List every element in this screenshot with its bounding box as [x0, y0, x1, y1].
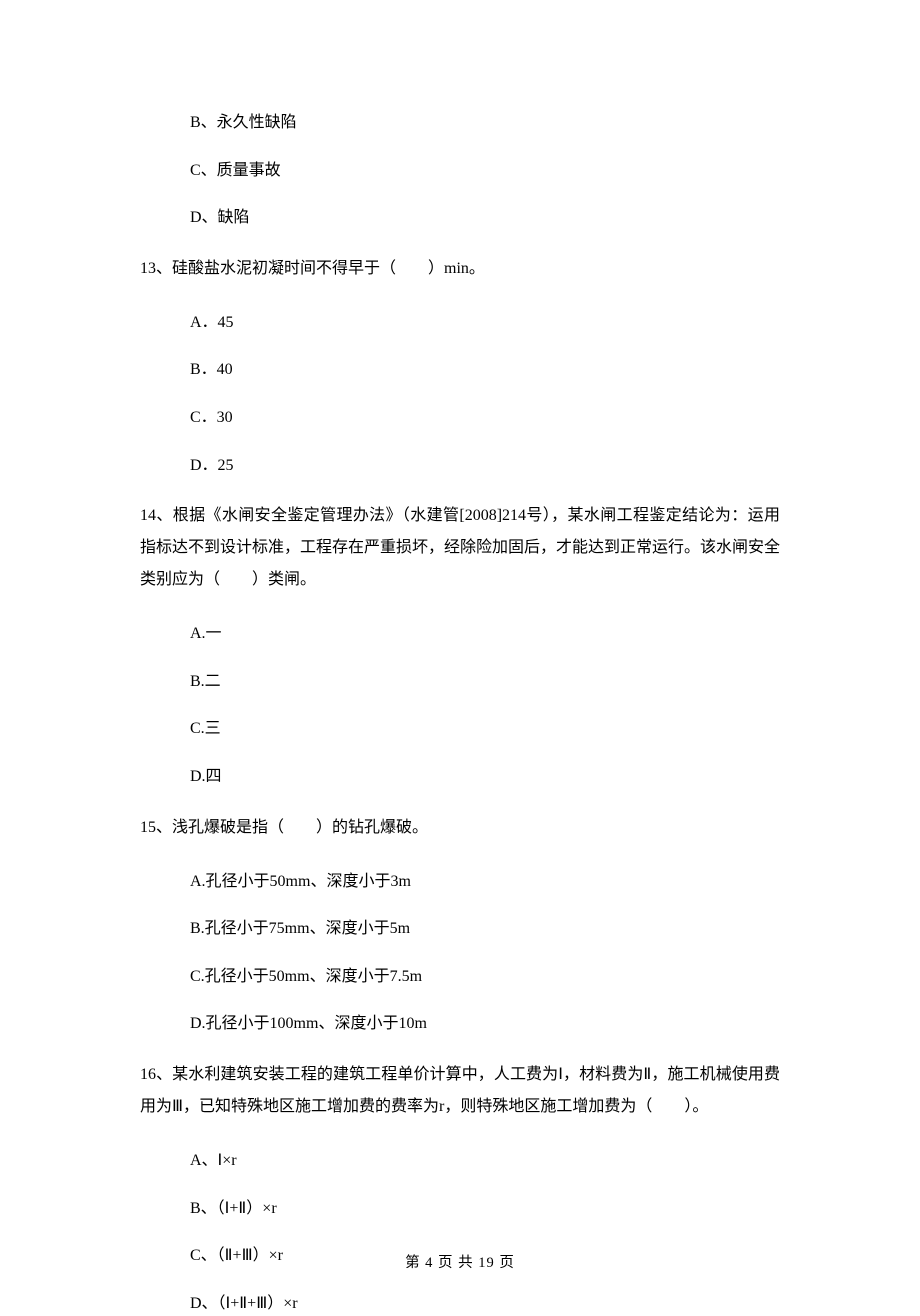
- q12-option-b: B、永久性缺陷: [190, 110, 780, 136]
- q14-option-b: B.二: [190, 669, 780, 695]
- q15-option-d: D.孔径小于100mm、深度小于10m: [190, 1011, 780, 1037]
- q12-option-d: D、缺陷: [190, 205, 780, 231]
- q14-option-c: C.三: [190, 716, 780, 742]
- page-content: B、永久性缺陷 C、质量事故 D、缺陷 13、硅酸盐水泥初凝时间不得早于（ ）m…: [0, 0, 920, 1316]
- q16-option-b: B、（Ⅰ+Ⅱ）×r: [190, 1196, 780, 1222]
- q13-option-a: A．45: [190, 310, 780, 336]
- q16-stem: 16、某水利建筑安装工程的建筑工程单价计算中，人工费为Ⅰ，材料费为Ⅱ，施工机械使…: [140, 1059, 780, 1123]
- q14-stem: 14、根据《水闸安全鉴定管理办法》（水建管[2008]214号），某水闸工程鉴定…: [140, 500, 780, 596]
- q16-option-d: D、（Ⅰ+Ⅱ+Ⅲ）×r: [190, 1291, 780, 1316]
- q14-option-d: D.四: [190, 764, 780, 790]
- q12-option-c: C、质量事故: [190, 158, 780, 184]
- q13-stem: 13、硅酸盐水泥初凝时间不得早于（ ）min。: [140, 253, 780, 285]
- q16-option-a: A、Ⅰ×r: [190, 1148, 780, 1174]
- q15-option-c: C.孔径小于50mm、深度小于7.5m: [190, 964, 780, 990]
- q14-option-a: A.一: [190, 621, 780, 647]
- q15-stem: 15、浅孔爆破是指（ ）的钻孔爆破。: [140, 812, 780, 844]
- q15-option-b: B.孔径小于75mm、深度小于5m: [190, 916, 780, 942]
- q13-option-c: C．30: [190, 405, 780, 431]
- q13-option-b: B．40: [190, 357, 780, 383]
- q13-option-d: D．25: [190, 453, 780, 479]
- page-footer: 第 4 页 共 19 页: [0, 1251, 920, 1272]
- q15-option-a: A.孔径小于50mm、深度小于3m: [190, 869, 780, 895]
